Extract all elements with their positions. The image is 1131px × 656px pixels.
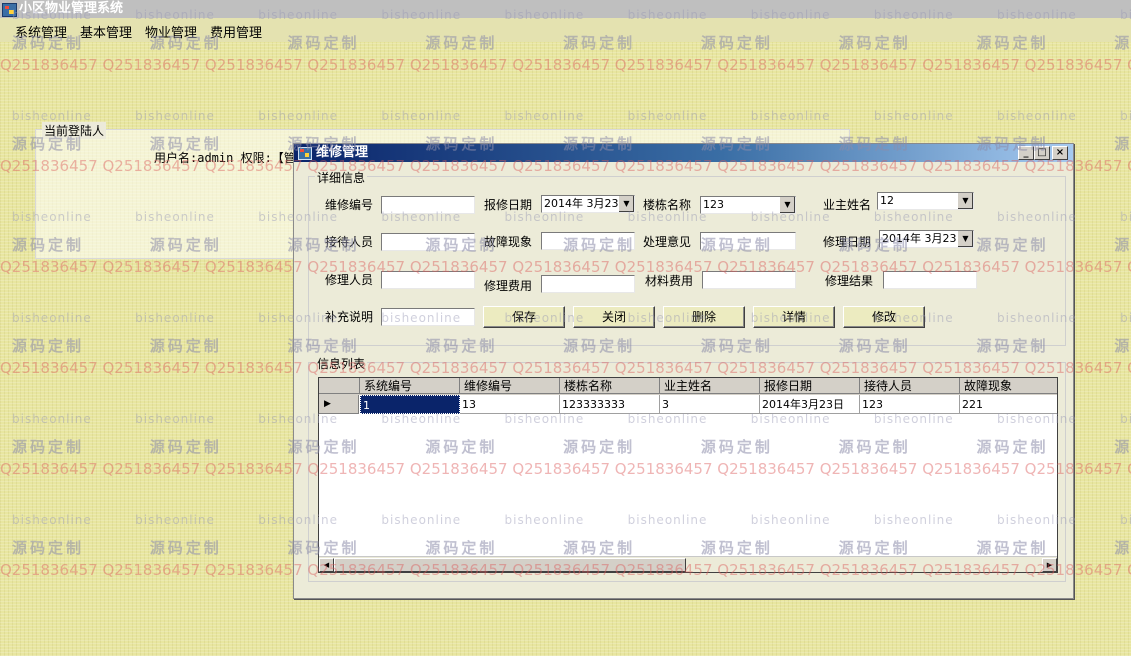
repair-date-picker[interactable]: 2014年 3月23日 ▼ <box>879 230 974 248</box>
table-cell[interactable]: 123333333 <box>560 395 660 414</box>
repair-date-label: 修理日期 <box>823 235 872 249</box>
watermark-text-c: Q251836457 Q251836457 Q251836457 Q251836… <box>0 56 1131 74</box>
col-header-fault[interactable]: 故障现象 <box>960 378 1057 394</box>
horizontal-scrollbar[interactable]: ◀ ▶ <box>319 556 1057 572</box>
table-cell[interactable]: 13 <box>460 395 560 414</box>
chevron-down-icon[interactable]: ▼ <box>957 193 973 209</box>
chevron-down-icon[interactable]: ▼ <box>779 197 795 213</box>
building-label: 楼栋名称 <box>643 198 692 212</box>
report-date-value: 2014年 3月23日 <box>544 197 630 210</box>
result-input[interactable] <box>883 271 977 289</box>
grid-corner <box>319 378 360 394</box>
menu-basic[interactable]: 基本管理 <box>77 22 135 41</box>
owner-label: 业主姓名 <box>823 198 872 212</box>
col-header-system-no[interactable]: 系统编号 <box>360 378 460 394</box>
opinion-input[interactable] <box>700 232 796 250</box>
report-date-picker[interactable]: 2014年 3月23日 ▼ <box>541 195 635 213</box>
menu-property[interactable]: 物业管理 <box>142 22 200 41</box>
opinion-label: 处理意见 <box>643 235 692 249</box>
fault-input[interactable] <box>541 232 635 250</box>
child-title: 维修管理 <box>316 145 369 160</box>
repair-fee-label: 修理费用 <box>484 279 533 293</box>
col-header-owner[interactable]: 业主姓名 <box>660 378 760 394</box>
building-select[interactable]: 123 ▼ <box>700 196 796 214</box>
table-cell[interactable]: 123 <box>860 395 960 414</box>
child-titlebar[interactable]: 维修管理 _ □ × <box>294 144 1073 162</box>
watermark-text-a: bisheonline bisheonline bisheonline bish… <box>12 109 1131 123</box>
scroll-thumb[interactable] <box>334 558 686 572</box>
window-icon <box>298 147 312 160</box>
detail-group-title: 详细信息 <box>315 169 368 186</box>
menu-fees[interactable]: 费用管理 <box>207 22 265 41</box>
col-header-report-date[interactable]: 报修日期 <box>760 378 860 394</box>
table-cell[interactable]: 2014年3月23日 <box>760 395 860 414</box>
repair-fee-input[interactable] <box>541 275 635 293</box>
app-titlebar[interactable]: 小区物业管理系统 <box>0 0 1131 18</box>
owner-select[interactable]: 12 ▼ <box>877 192 974 210</box>
edit-button[interactable]: 修改 <box>843 306 925 328</box>
chevron-down-icon[interactable]: ▼ <box>957 231 973 247</box>
menu-system[interactable]: 系统管理 <box>12 22 70 41</box>
report-date-label: 报修日期 <box>484 198 533 212</box>
material-fee-label: 材料费用 <box>645 274 694 288</box>
scroll-left-icon[interactable]: ◀ <box>319 558 334 572</box>
owner-value: 12 <box>880 194 894 207</box>
repair-management-window: 维修管理 _ □ × 详细信息 维修编号 报修日期 2014年 3月23日 ▼ … <box>293 143 1074 599</box>
list-group-title: 信息列表 <box>315 355 368 372</box>
table-cell[interactable]: 221 <box>960 395 1057 414</box>
chevron-down-icon[interactable]: ▼ <box>618 196 634 212</box>
note-label: 补充说明 <box>325 310 374 324</box>
save-button[interactable]: 保存 <box>483 306 565 328</box>
repair-date-value: 2014年 3月23日 <box>882 232 968 245</box>
repair-no-label: 维修编号 <box>325 198 374 212</box>
details-button[interactable]: 详情 <box>753 306 835 328</box>
app-title: 小区物业管理系统 <box>19 1 124 16</box>
app-icon <box>2 3 17 17</box>
close-window-button[interactable]: × <box>1052 146 1068 160</box>
material-fee-input[interactable] <box>702 271 796 289</box>
result-label: 修理结果 <box>825 274 874 288</box>
login-panel-title: 当前登陆人 <box>42 122 107 139</box>
repairer-label: 修理人员 <box>325 273 374 287</box>
minimize-button[interactable]: _ <box>1018 146 1034 160</box>
maximize-button[interactable]: □ <box>1034 146 1050 160</box>
scroll-right-icon[interactable]: ▶ <box>1042 558 1057 572</box>
building-value: 123 <box>703 198 724 211</box>
repair-no-input[interactable] <box>381 196 475 214</box>
close-button[interactable]: 关闭 <box>573 306 655 328</box>
grid-header: 系统编号 维修编号 楼栋名称 业主姓名 报修日期 接待人员 故障现象 <box>319 378 1057 395</box>
records-grid[interactable]: 系统编号 维修编号 楼栋名称 业主姓名 报修日期 接待人员 故障现象 ▶ 1 1… <box>318 377 1058 573</box>
receiver-label: 接待人员 <box>325 235 374 249</box>
col-header-receiver[interactable]: 接待人员 <box>860 378 960 394</box>
delete-button[interactable]: 删除 <box>663 306 745 328</box>
repairer-input[interactable] <box>381 271 475 289</box>
col-header-building[interactable]: 楼栋名称 <box>560 378 660 394</box>
table-cell[interactable]: 1 <box>360 395 460 414</box>
table-cell[interactable]: 3 <box>660 395 760 414</box>
col-header-repair-no[interactable]: 维修编号 <box>460 378 560 394</box>
row-indicator-icon[interactable]: ▶ <box>319 395 359 414</box>
menu-bar: 系统管理 基本管理 物业管理 费用管理 <box>0 18 1131 42</box>
receiver-input[interactable] <box>381 233 475 251</box>
note-input[interactable] <box>381 308 475 326</box>
fault-label: 故障现象 <box>484 235 533 249</box>
login-user-text: 用户名:admin 权限:【管理 <box>154 151 308 165</box>
